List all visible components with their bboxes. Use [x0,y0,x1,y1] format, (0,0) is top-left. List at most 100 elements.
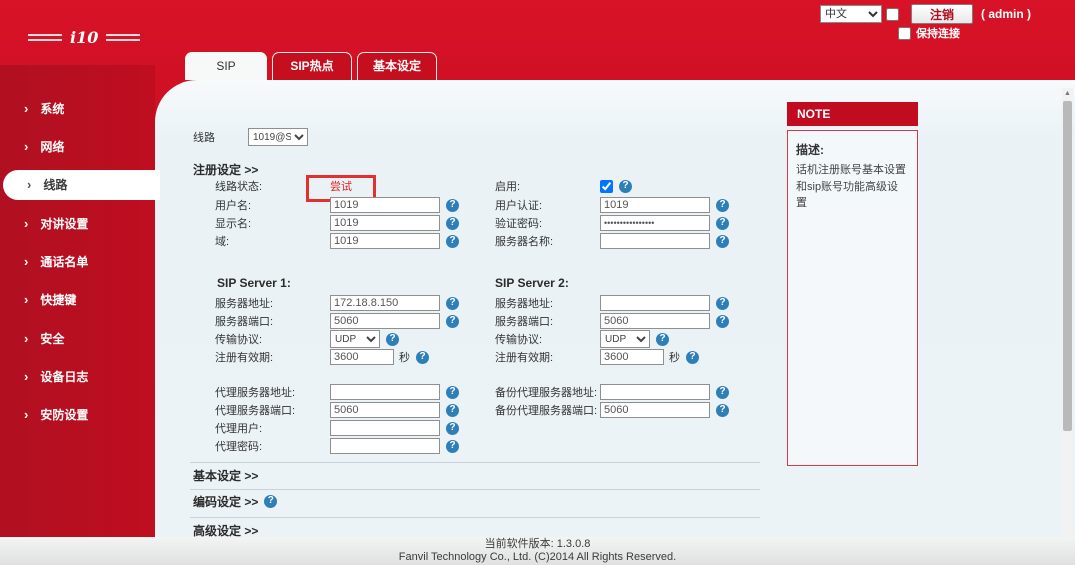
language-apply-checkbox[interactable] [886,7,899,21]
fanvil-web-config-page: 中文 注销 ( admin ) 保持连接 i10 SIP SIP热点 基本设定 … [0,0,1075,565]
basic-section-header[interactable]: 基本设定 >> [193,467,258,484]
line-select[interactable]: 1019@SIP1 [248,128,308,146]
auth-password-input[interactable] [600,215,710,231]
scrollbar-up-arrow-icon[interactable]: ▲ [1062,88,1073,100]
proxy-user-input[interactable] [330,420,440,436]
auth-user-input[interactable] [600,197,710,213]
tab-sip[interactable]: SIP [185,52,267,80]
vertical-scrollbar[interactable]: ▲ [1062,88,1073,537]
help-icon[interactable] [446,385,459,399]
help-icon[interactable] [656,332,669,346]
username-input[interactable] [330,197,440,213]
server1-proto-select[interactable]: UDP [330,330,380,348]
registration-section-header[interactable]: 注册设定 >> [193,161,258,178]
server-name-input[interactable] [600,233,710,249]
help-icon[interactable] [416,350,429,364]
sip-server2-header: SIP Server 2: [495,276,569,290]
help-icon[interactable] [716,216,729,230]
line-status-value: 尝试 [330,181,352,193]
footer-copyright: Fanvil Technology Co., Ltd. (C)2014 All … [398,551,677,563]
help-icon[interactable] [716,403,729,417]
sidebar-item-security[interactable]: › 安全 [0,328,155,350]
proxy-addr-input[interactable] [330,384,440,400]
chevron-right-icon: › [24,369,29,384]
enable-checkbox[interactable] [600,179,613,193]
help-icon[interactable] [446,421,459,435]
sidebar-item-device-log[interactable]: › 设备日志 [0,366,155,388]
help-icon[interactable] [386,332,399,346]
sidebar-item-label: 系统 [40,102,65,116]
sidebar-item-line[interactable]: › 线路 [3,170,160,200]
codec-section-header[interactable]: 编码设定 >> [193,493,258,510]
top-controls-row1: 中文 注销 ( admin ) [820,4,1031,24]
proxy-password-input[interactable] [330,438,440,454]
backup-proxy-addr-input[interactable] [600,384,710,400]
note-desc-text: 话机注册账号基本设置和sip账号功能高级设置 [796,164,906,209]
scrollbar-thumb[interactable] [1063,101,1072,431]
help-icon[interactable] [716,385,729,399]
backup-proxy-port-label: 备份代理服务器端口: [495,405,598,417]
top-controls-row2: 保持连接 [898,25,960,41]
keep-alive-checkbox[interactable] [898,26,911,40]
help-icon[interactable] [446,234,459,248]
help-icon[interactable] [716,296,729,310]
server2-addr-row: 服务器地址: [495,294,729,312]
line-status-row: 线路状态: 尝试 [215,177,352,195]
help-icon[interactable] [716,234,729,248]
server1-proto-label: 传输协议: [215,334,263,346]
chevron-right-icon: › [24,331,29,346]
auth-password-label: 验证密码: [495,218,543,230]
display-name-input[interactable] [330,215,440,231]
proxy-port-label: 代理服务器端口: [215,405,296,417]
help-icon[interactable] [264,494,278,508]
note-panel-body: 描述: 话机注册账号基本设置和sip账号功能高级设置 [787,130,918,466]
server1-addr-input[interactable] [330,295,440,311]
sidebar-item-system[interactable]: › 系统 [0,98,155,120]
help-icon[interactable] [446,439,459,453]
username-label: 用户名: [215,200,252,212]
line-label: 线路 [193,132,215,144]
help-icon[interactable] [446,314,459,328]
help-icon[interactable] [446,216,459,230]
help-icon[interactable] [716,314,729,328]
section-divider [190,517,760,518]
display-name-label: 显示名: [215,218,252,230]
proxy-port-input[interactable] [330,402,440,418]
tab-sip-hotspot[interactable]: SIP热点 [272,52,352,80]
help-icon[interactable] [716,198,729,212]
server1-expiry-input[interactable] [330,349,394,365]
server1-proto-row: 传输协议: UDP [215,330,399,348]
server2-expiry-input[interactable] [600,349,664,365]
line-status-label: 线路状态: [215,181,263,193]
server2-addr-input[interactable] [600,295,710,311]
help-icon[interactable] [619,179,632,193]
tab-basic-settings[interactable]: 基本设定 [357,52,437,80]
help-icon[interactable] [686,350,699,364]
logout-button[interactable]: 注销 [911,4,973,24]
proxy-addr-label: 代理服务器地址: [215,387,296,399]
display-name-row: 显示名: [215,214,459,232]
sidebar-item-call-list[interactable]: › 通话名单 [0,251,155,273]
server1-addr-label: 服务器地址: [215,298,274,310]
server2-port-input[interactable] [600,313,710,329]
footer-version: 当前软件版本: 1.3.0.8 [484,538,591,550]
sidebar-item-label: 对讲设置 [40,217,89,231]
sidebar-item-security-settings[interactable]: › 安防设置 [0,404,155,426]
username-row: 用户名: [215,196,459,214]
server2-proto-select[interactable]: UDP [600,330,650,348]
sidebar-item-function-key[interactable]: › 快捷键 [0,289,155,311]
chevron-right-icon: › [24,216,29,231]
section-divider [190,489,760,490]
realm-input[interactable] [330,233,440,249]
server1-port-input[interactable] [330,313,440,329]
backup-proxy-port-input[interactable] [600,402,710,418]
language-select[interactable]: 中文 [820,5,882,23]
help-icon[interactable] [446,296,459,310]
server1-port-label: 服务器端口: [215,316,274,328]
sidebar-item-network[interactable]: › 网络 [0,136,155,158]
help-icon[interactable] [446,403,459,417]
server1-expiry-row: 注册有效期: 秒 [215,348,429,366]
help-icon[interactable] [446,198,459,212]
sidebar-item-intercom[interactable]: › 对讲设置 [0,213,155,235]
device-logo: i10 [28,28,141,47]
